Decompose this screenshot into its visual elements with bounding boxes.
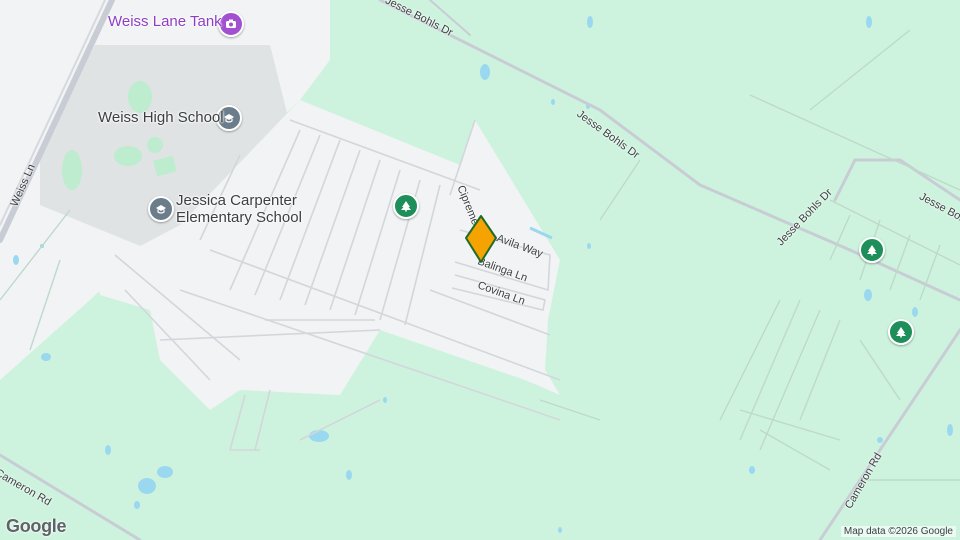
google-logo: Google xyxy=(6,516,67,536)
map-canvas[interactable]: Weiss Lane Tank Weiss High School Jessic… xyxy=(0,0,960,540)
map-base xyxy=(0,0,960,540)
park-icon[interactable] xyxy=(859,237,885,263)
park-icon[interactable] xyxy=(888,319,914,345)
map-attribution[interactable]: Map data ©2026 Google xyxy=(840,526,956,537)
east-streets xyxy=(539,29,960,481)
school-icon[interactable] xyxy=(148,196,174,222)
park-icon[interactable] xyxy=(393,193,419,219)
poi-weiss-lane-tank[interactable]: Weiss Lane Tank xyxy=(108,13,222,31)
sports-field xyxy=(147,137,163,153)
sports-field xyxy=(62,150,82,190)
location-marker-icon[interactable] xyxy=(464,214,498,266)
poi-weiss-high-school[interactable]: Weiss High School xyxy=(98,109,224,127)
poi-jessica-carpenter-line2[interactable]: Elementary School xyxy=(176,209,302,227)
sports-field xyxy=(114,146,142,166)
poi-jessica-carpenter-line1[interactable]: Jessica Carpenter xyxy=(176,192,297,210)
